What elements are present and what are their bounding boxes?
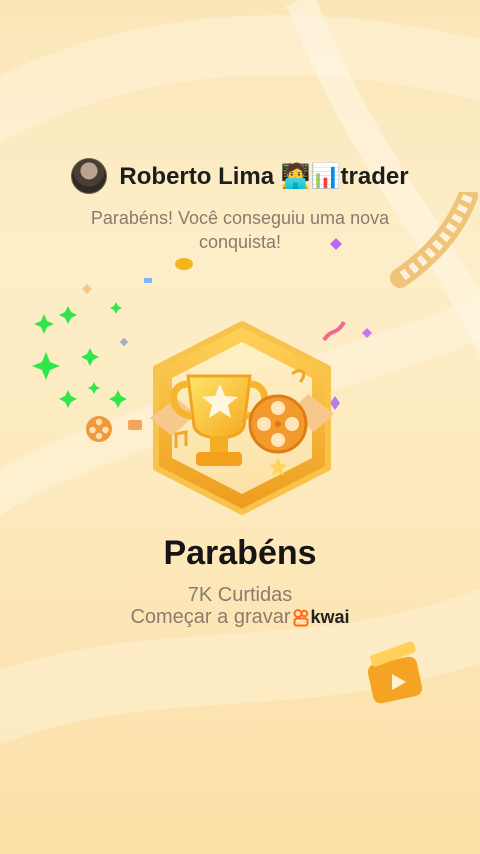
confetti-icon	[362, 328, 372, 338]
record-cta[interactable]: Começar a gravar kwai	[0, 606, 480, 629]
username[interactable]: Roberto Lima 🧑‍💻📊trader	[119, 162, 408, 191]
confetti-heart-icon	[175, 258, 193, 270]
trophy-badge-icon	[150, 321, 334, 515]
likes-count: 7K Curtidas	[187, 584, 293, 606]
green-sparkles-icon	[32, 302, 127, 408]
congrats-title: Parabéns	[163, 534, 317, 572]
avatar[interactable]	[71, 158, 108, 194]
film-strip-icon	[390, 192, 478, 288]
confetti-icon	[82, 284, 92, 294]
video-clapper-icon	[367, 641, 423, 704]
record-text: Começar a gravar	[130, 606, 291, 628]
user-row: Roberto Lima 🧑‍💻📊trader	[0, 158, 480, 194]
confetti-icon	[144, 278, 152, 283]
sparkle-icon	[119, 337, 129, 347]
confetti-icon	[330, 238, 342, 250]
kwai-logo-icon	[293, 608, 309, 626]
kwai-logo: kwai	[293, 607, 350, 628]
achievement-message: Parabéns! Você conseguiu uma nova conqui…	[90, 208, 390, 252]
film-reel-icon	[86, 416, 112, 442]
kwai-brand-text: kwai	[310, 607, 350, 627]
